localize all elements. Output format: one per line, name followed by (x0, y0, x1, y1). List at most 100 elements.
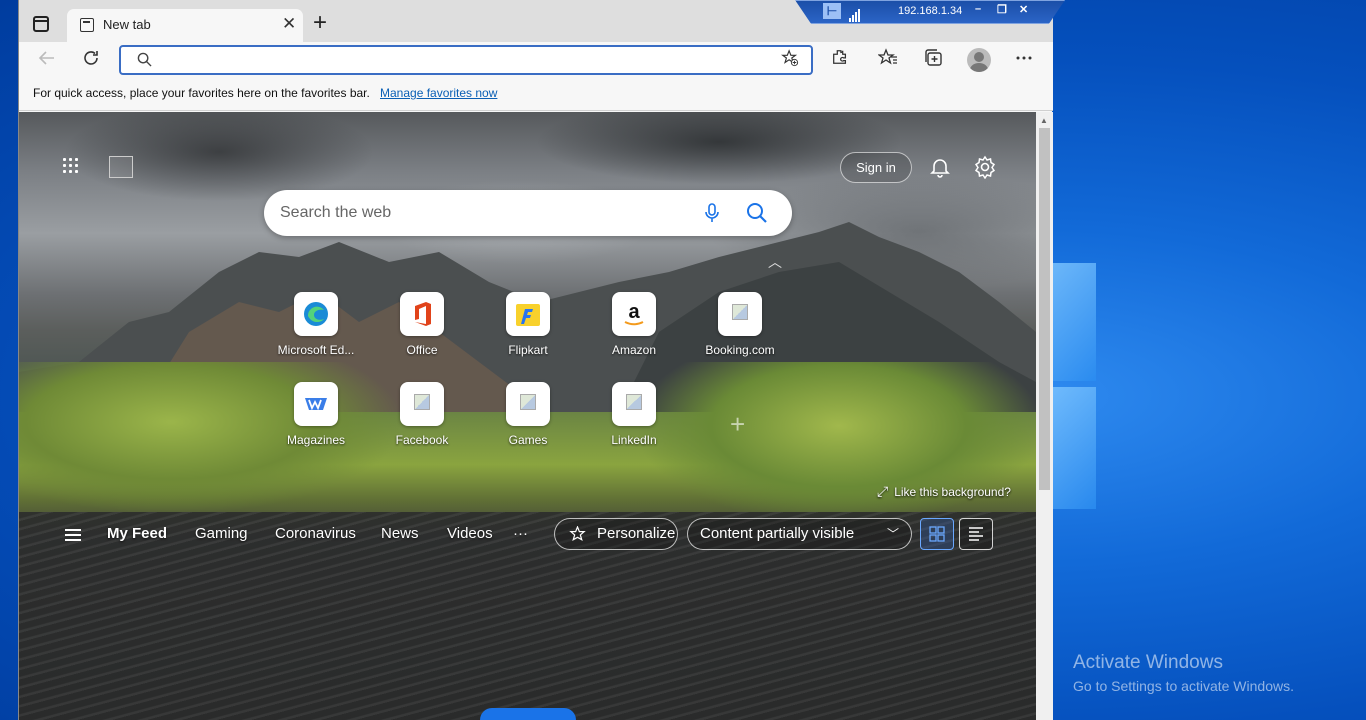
favorites-bar-hint: For quick access, place your favorites h… (33, 86, 370, 100)
web-search-box[interactable]: Search the web (264, 190, 792, 236)
page-scrollbar[interactable]: ▲ (1036, 112, 1053, 720)
collapse-quick-links-icon[interactable]: ︿ (768, 252, 782, 272)
app-launcher-icon[interactable] (63, 158, 79, 174)
quick-link-label: Games (508, 433, 548, 447)
tab-title: New tab (103, 17, 151, 32)
grid-view-icon (929, 526, 945, 542)
flipkart-icon (506, 292, 550, 336)
quick-link-label: Microsoft Ed... (277, 343, 355, 357)
sign-in-button[interactable]: Sign in (840, 152, 912, 183)
web-search-placeholder: Search the web (280, 204, 392, 221)
feed-tab-videos[interactable]: Videos (447, 525, 493, 542)
list-view-button[interactable] (959, 518, 993, 550)
more-icon (1016, 56, 1032, 60)
feed-navigation: My Feed Gaming Coronavirus News Videos ·… (19, 516, 1036, 556)
quick-link-tile[interactable]: Games (483, 382, 573, 462)
extensions-icon (833, 50, 847, 64)
amazon-icon: a (612, 292, 656, 336)
back-button[interactable] (35, 48, 59, 72)
like-background-label: Like this background? (894, 485, 1011, 499)
refresh-button[interactable] (79, 48, 103, 72)
search-icon (137, 52, 152, 67)
edge-icon (294, 292, 338, 336)
quick-link-label: Booking.com (705, 343, 775, 357)
remote-connection-bar: ⊢ 192.168.1.34 – ❐ ✕ (795, 0, 1065, 24)
quick-link-label: Flipkart (508, 343, 548, 357)
feed-menu-icon[interactable] (65, 529, 81, 541)
quick-link-label: LinkedIn (611, 433, 657, 447)
tab-close-icon[interactable]: ✕ (282, 14, 296, 34)
tab-new-tab[interactable]: New tab ✕ (67, 9, 303, 42)
search-submit-icon[interactable] (746, 202, 768, 224)
connection-signal-icon (849, 4, 861, 22)
quick-link-tile[interactable]: Booking.com (695, 292, 785, 372)
content-visibility-select[interactable]: Content partially visible ﹀ (687, 518, 912, 550)
svg-text:a: a (628, 301, 640, 323)
feed-loading-pill[interactable] (480, 708, 576, 720)
quick-link-tile[interactable]: LinkedIn (589, 382, 679, 462)
quick-link-label: Amazon (611, 343, 657, 357)
expand-arrows-icon: ⤢ (877, 483, 889, 499)
collections-icon (925, 49, 942, 66)
favorites-icon (877, 48, 897, 65)
browser-toolbar (19, 42, 1053, 78)
activate-subtitle: Go to Settings to activate Windows. (1073, 678, 1294, 694)
broken-logo-icon (109, 156, 133, 178)
quick-link-label: Facebook (395, 433, 449, 447)
feed-tab-news[interactable]: News (381, 525, 419, 542)
feed-tab-coronavirus[interactable]: Coronavirus (275, 525, 356, 542)
quick-link-tile[interactable]: Facebook (377, 382, 467, 462)
new-tab-page: Sign in Search the web ︿ Microsoft Ed...… (19, 112, 1036, 720)
remote-host-address: 192.168.1.34 (898, 5, 963, 17)
scroll-up-arrow-icon[interactable]: ▲ (1040, 116, 1048, 125)
quick-link-tile[interactable]: a Amazon (589, 292, 679, 372)
back-arrow-icon (38, 51, 54, 65)
broken-image-icon (612, 382, 656, 426)
windows-logo (1050, 255, 1110, 515)
close-icon[interactable]: ✕ (1019, 3, 1028, 16)
quick-link-label: Magazines (286, 433, 346, 447)
manage-favorites-link[interactable]: Manage favorites now (380, 86, 497, 100)
refresh-icon (84, 51, 98, 65)
content-visibility-value: Content partially visible (700, 525, 855, 542)
minimize-icon[interactable]: – (975, 3, 981, 15)
new-tab-button[interactable]: + (313, 11, 327, 35)
feed-tab-my-feed[interactable]: My Feed (107, 525, 167, 542)
magazines-icon (294, 382, 338, 426)
extensions-button[interactable] (828, 48, 852, 72)
add-favorite-icon[interactable] (781, 49, 799, 67)
favorites-button[interactable] (876, 48, 900, 72)
profile-avatar[interactable] (967, 48, 991, 72)
pin-icon[interactable]: ⊢ (823, 3, 841, 19)
add-quick-link-button[interactable]: + (730, 409, 745, 440)
personalize-button[interactable]: Personalize (554, 518, 678, 550)
tab-actions-icon[interactable] (33, 16, 49, 32)
scrollbar-thumb[interactable] (1039, 128, 1050, 490)
quick-link-tile[interactable]: Flipkart (483, 292, 573, 372)
feed-tab-gaming[interactable]: Gaming (195, 525, 248, 542)
address-bar[interactable] (119, 45, 813, 75)
personalize-label: Personalize (597, 525, 676, 542)
quick-link-label: Office (406, 343, 438, 357)
activate-windows-watermark: Activate Windows Go to Settings to activ… (1073, 652, 1294, 694)
feed-more-button[interactable]: ··· (513, 525, 528, 542)
quick-link-tile[interactable]: Magazines (271, 382, 361, 462)
list-view-icon (969, 527, 983, 541)
browser-window: New tab ✕ + For quick access, place your… (18, 0, 1053, 720)
favorites-bar: For quick access, place your favorites h… (19, 78, 1053, 111)
broken-image-icon (718, 292, 762, 336)
collections-button[interactable] (921, 48, 945, 72)
microphone-icon[interactable] (702, 202, 722, 224)
office-icon (400, 292, 444, 336)
restore-icon[interactable]: ❐ (997, 3, 1007, 16)
quick-link-tile[interactable]: Office (377, 292, 467, 372)
activate-title: Activate Windows (1073, 652, 1223, 673)
settings-and-more-button[interactable] (1012, 48, 1036, 72)
grid-view-button[interactable] (920, 518, 954, 550)
page-settings-gear-icon[interactable] (973, 155, 997, 179)
like-background-button[interactable]: ⤢ Like this background? (877, 483, 1011, 500)
chevron-down-icon: ﹀ (886, 527, 899, 541)
new-tab-favicon-icon (80, 18, 94, 32)
quick-link-tile[interactable]: Microsoft Ed... (271, 292, 361, 372)
notifications-bell-icon[interactable] (929, 156, 951, 178)
